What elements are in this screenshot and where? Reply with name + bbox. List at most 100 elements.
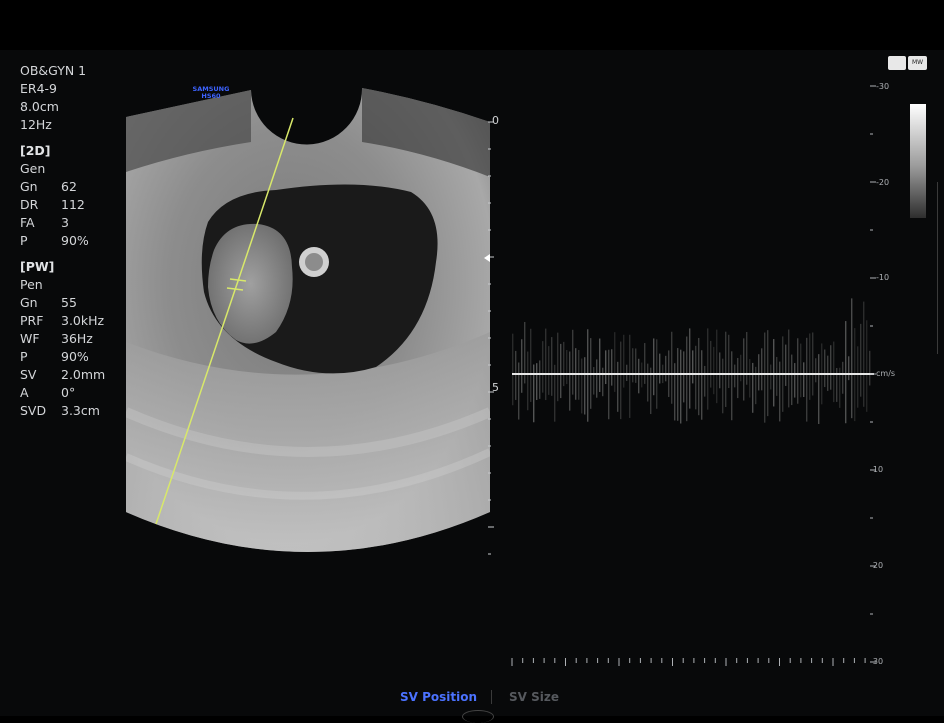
pw-param-row: WF 36Hz	[20, 330, 125, 348]
spectrum-trace	[653, 338, 655, 396]
spectrum-trace	[692, 350, 694, 384]
spectrum-trace	[830, 345, 832, 390]
spectrum-trace	[701, 350, 703, 420]
spectrum-trace	[752, 362, 754, 413]
2d-param-value: 90%	[61, 233, 89, 248]
spectrum-trace	[737, 357, 739, 399]
pw-param-value: 3.0kHz	[61, 313, 105, 328]
spectrum-trace	[716, 329, 718, 404]
velocity-label: -10	[876, 273, 890, 282]
spectrum-trace	[848, 356, 850, 381]
spectrum-trace	[677, 348, 679, 421]
velocity-label: -30	[876, 82, 890, 91]
2d-param-row: Gn 62	[20, 178, 125, 196]
spectrum-trace	[755, 366, 757, 405]
pw-param-key: Gn	[20, 295, 38, 310]
pw-mode-title: [PW]	[20, 259, 55, 274]
probe-brand-label: SAMSUNG HS60	[192, 85, 230, 100]
spectrum-trace	[614, 332, 616, 392]
spectrum-trace	[686, 336, 688, 422]
2d-param-row: DR 112	[20, 196, 125, 214]
spectrum-trace	[584, 357, 586, 415]
spectrum-trace	[860, 323, 862, 397]
spectrum-trace	[863, 301, 865, 407]
pw-param-value: 3.3cm	[61, 403, 100, 418]
spectrum-trace	[719, 352, 721, 389]
menu-divider	[491, 690, 492, 704]
spectrum-trace	[776, 356, 778, 396]
spectrum-trace	[770, 364, 772, 390]
probe-label: ER4-9	[20, 81, 57, 96]
spectrum-trace	[869, 350, 871, 386]
pw-param-value: 90%	[61, 349, 89, 364]
spectrum-trace	[623, 334, 625, 388]
spectrum-trace	[764, 332, 766, 423]
spectrum-trace	[521, 339, 523, 393]
spectrum-trace	[635, 348, 637, 383]
2d-mode-name: Gen	[20, 161, 46, 176]
spectrum-trace	[542, 341, 544, 393]
spectrum-trace	[518, 362, 520, 420]
pw-param-row: P 90%	[20, 348, 125, 366]
spectrum-trace	[599, 338, 601, 393]
spectrum-trace	[833, 341, 835, 403]
probe-icon[interactable]	[888, 56, 906, 70]
depth-marker-icon	[484, 254, 490, 262]
ultrasound-screen: OB&GYN 1 ER4-9 8.0cm 12Hz [2D] Gen Gn 62 D…	[0, 0, 944, 723]
spectrum-trace	[671, 331, 673, 404]
2d-param-row: P 90%	[20, 232, 125, 250]
spectrum-trace	[647, 363, 649, 402]
depth-value: 8.0cm	[20, 99, 59, 114]
pw-param-row: Gn 55	[20, 294, 125, 312]
preset-label: OB&GYN 1	[20, 63, 87, 78]
spectrum-trace	[734, 364, 736, 388]
spectrum-trace	[725, 331, 727, 407]
spectrum-trace	[545, 328, 547, 401]
spectrum-trace	[629, 334, 631, 418]
velocity-unit-label: cm/s	[876, 369, 896, 378]
pw-param-row: A 0°	[20, 384, 125, 402]
sv-position-button[interactable]: SV Position	[400, 690, 477, 704]
2d-param-key: P	[20, 233, 28, 248]
spectrum-trace	[845, 321, 847, 424]
pw-param-row: PRF 3.0kHz	[20, 312, 125, 330]
spectrum-trace	[722, 358, 724, 414]
spectrum-trace	[695, 345, 697, 410]
spectrum-trace	[857, 346, 859, 408]
spectrum-trace	[548, 346, 550, 395]
spectrum-trace	[566, 349, 568, 385]
pw-param-key: P	[20, 349, 28, 364]
pw-param-value: 55	[61, 295, 77, 310]
grayscale-bar	[910, 104, 926, 218]
pw-param-row: SV 2.0mm	[20, 366, 125, 384]
spectrum-trace	[560, 343, 562, 399]
sv-size-button[interactable]: SV Size	[509, 690, 559, 704]
depth-label-top: 0	[492, 114, 499, 127]
spectrum-trace	[530, 328, 532, 402]
bmode-image[interactable]	[126, 82, 490, 554]
spectrum-trace	[632, 348, 634, 383]
spectrum-trace	[536, 363, 538, 400]
mw-icon[interactable]: MW	[908, 56, 927, 70]
spectrum-trace	[602, 367, 604, 397]
2d-param-key: DR	[20, 197, 39, 212]
spectrum-trace	[665, 355, 667, 382]
spectrum-trace	[515, 350, 517, 400]
pw-param-key: A	[20, 385, 29, 400]
soft-menu: SV Position SV Size	[0, 686, 944, 712]
pw-param-value: 36Hz	[61, 331, 93, 346]
2d-param-key: FA	[20, 215, 35, 230]
spectrum-trace	[605, 350, 607, 385]
pw-param-key: PRF	[20, 313, 44, 328]
spectrum-trace	[791, 354, 793, 406]
spectrum-trace	[557, 332, 559, 402]
spectrum-trace	[569, 351, 571, 411]
pw-param-key: WF	[20, 331, 40, 346]
spectrum-trace	[788, 329, 790, 408]
spectrum-trace	[611, 349, 613, 386]
2d-param-row: FA 3	[20, 214, 125, 232]
spectrum-trace	[638, 358, 640, 394]
spectrum-trace	[797, 338, 799, 404]
spectrum-trace	[644, 343, 646, 384]
pw-param-value: 0°	[61, 385, 76, 400]
